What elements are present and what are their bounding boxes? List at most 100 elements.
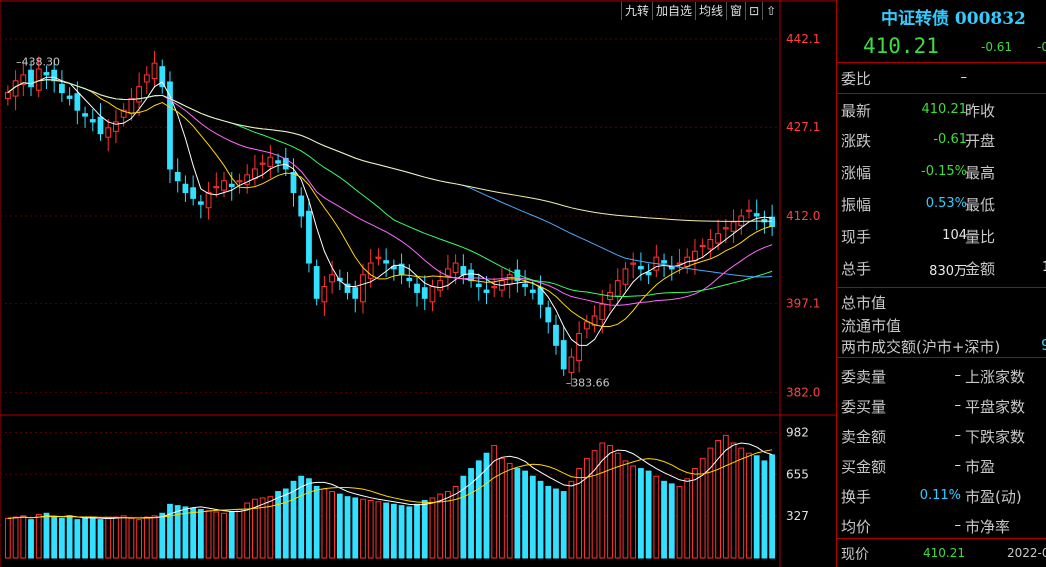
candle-body: [707, 239, 714, 250]
volume-tick-label: 655: [786, 467, 809, 481]
volume-bar: [221, 512, 227, 559]
price-change: -0.61: [981, 40, 1013, 54]
divider: [837, 357, 1046, 358]
candle-body: [190, 187, 197, 199]
volume-bar: [228, 511, 235, 559]
breadth-value: –: [954, 398, 962, 413]
ma60-line: [7, 79, 773, 278]
candle-body: [43, 72, 50, 76]
volume-bar: [336, 493, 343, 559]
kline-chart[interactable]: 442.1 427.1 412.0 397.1 382.0 982 655 327 –438.3…: [0, 0, 836, 567]
volume-bar: [4, 517, 11, 559]
volume-bar: [197, 508, 204, 559]
volume-bar: [568, 480, 575, 559]
toolbar-add-watchlist-button[interactable]: 加自选: [652, 2, 695, 20]
breadth-row: 买金额 – 市盈: [837, 452, 1046, 480]
volume-bar: [545, 485, 552, 559]
volume-bar: [51, 516, 58, 559]
volume-bar: [769, 454, 776, 559]
volume-bar: [398, 505, 405, 559]
volume-bar: [715, 439, 721, 559]
volume-bar: [159, 512, 166, 559]
candle-body: [645, 271, 652, 276]
volume-bar: [614, 452, 621, 559]
quote-label-2: 量比: [965, 228, 996, 246]
volume-bar: [182, 506, 189, 559]
candle-body: [151, 62, 158, 79]
candle-body: [51, 69, 58, 82]
toolbar-window-button[interactable]: 窗: [726, 2, 745, 20]
candle-body: [491, 286, 498, 289]
quote-label: 现手: [841, 228, 872, 246]
breadth-label: 委买量: [841, 398, 887, 416]
candle-body: [429, 286, 436, 303]
breadth-label-2: 市盈: [965, 458, 996, 476]
breadth-row: 均价 – 市净率: [837, 512, 1046, 540]
quote-row: 委比 –: [837, 64, 1046, 92]
volume-bar: [406, 506, 413, 559]
volume-bar: [653, 475, 660, 559]
volume-bar: [367, 500, 374, 559]
volume-bar: [213, 511, 220, 559]
quote-label-2: 最高: [965, 164, 996, 182]
quote-value-2: 1: [1042, 260, 1046, 275]
volume-bar: [321, 488, 328, 559]
breadth-row: 卖金额 – 下跌家数: [837, 422, 1046, 450]
maximize-icon[interactable]: ⇧: [762, 2, 779, 20]
breadth-label-2: 上涨家数: [965, 368, 1026, 386]
lock-icon[interactable]: ⊡: [745, 2, 762, 20]
volume-bar: [414, 503, 420, 559]
volume-bar: [514, 468, 521, 559]
candle-body: [66, 95, 73, 99]
volume-bar: [282, 488, 289, 559]
quote-value: 410.21: [921, 102, 968, 117]
divider: [837, 93, 1046, 94]
candle-body: [197, 201, 204, 205]
candle-body: [468, 269, 474, 282]
volume-bar: [97, 519, 104, 559]
volume-bar: [360, 498, 366, 559]
candle-body: [661, 260, 667, 264]
breadth-label-2: 市净率: [965, 518, 1011, 536]
two-market-turnover-value: 9: [1041, 336, 1046, 354]
candle-body: [676, 262, 683, 265]
toolbar-nine-turn-button[interactable]: 九转: [621, 2, 652, 20]
quote-label: 最新: [841, 102, 872, 120]
volume-bar: [692, 468, 698, 559]
candle-body: [746, 209, 752, 212]
volume-bar: [236, 508, 243, 559]
toolbar-ma-button[interactable]: 均线: [695, 2, 726, 20]
quote-value: 104: [942, 228, 967, 243]
candle-body: [82, 113, 88, 117]
candle-body: [568, 356, 575, 373]
kline-chart-area[interactable]: 442.1 427.1 412.0 397.1 382.0 982 655 327 –438.3…: [0, 0, 836, 567]
breadth-label-2: 平盘家数: [965, 398, 1026, 416]
breadth-label-2: 下跌家数: [965, 428, 1026, 446]
candle-body: [375, 256, 382, 259]
candle-body: [529, 289, 536, 293]
volume-bar: [537, 480, 544, 559]
volume-bar: [761, 460, 768, 559]
candle-body: [59, 83, 65, 94]
volume-bar: [730, 442, 737, 559]
candle-body: [715, 233, 721, 244]
quote-row: 涨跌 -0.61 开盘: [837, 126, 1046, 154]
quote-label: 委比: [841, 70, 872, 88]
candle-body: [483, 289, 490, 293]
quote-row: 振幅 0.53% 最低: [837, 190, 1046, 218]
quote-label-2: 昨收: [965, 102, 996, 120]
breadth-label: 委卖量: [841, 368, 887, 386]
volume-bar: [174, 505, 181, 559]
quote-panel: 中证转债 000832 410.21 -0.61 -0 委比–最新410.21昨…: [836, 0, 1046, 567]
candle-body: [599, 303, 606, 320]
candle-body: [692, 250, 698, 262]
candle-body: [522, 283, 528, 288]
breadth-row: 换手 0.11% 市盈(动): [837, 482, 1046, 510]
candle-body: [475, 283, 482, 288]
breadth-value: –: [954, 458, 962, 473]
candle-body: [182, 183, 189, 193]
ma120-line: [7, 79, 773, 222]
volume-bar: [622, 460, 629, 559]
candle-body: [638, 266, 644, 270]
divider: [837, 287, 1046, 288]
